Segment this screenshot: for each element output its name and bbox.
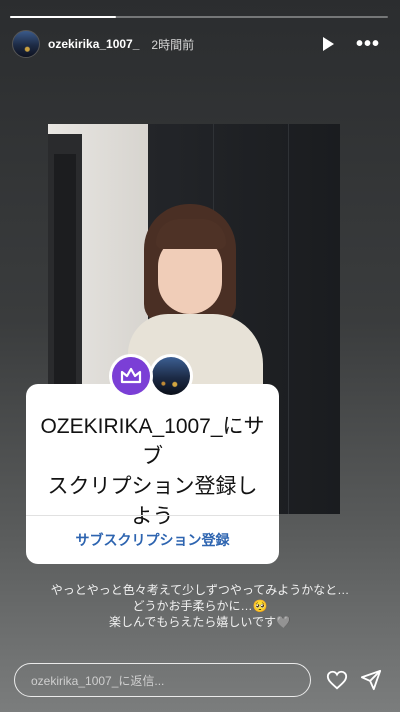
crown-badge xyxy=(109,354,153,398)
send-icon[interactable] xyxy=(360,669,382,691)
creator-avatar-badge xyxy=(149,354,193,398)
crown-icon xyxy=(120,367,142,384)
reply-placeholder: ozekirika_1007_に返信... xyxy=(31,673,165,688)
post-time: 2時間前 xyxy=(151,37,195,52)
photo-panel-line xyxy=(288,124,289,514)
subscribe-button[interactable]: サブスクリプション登録 xyxy=(26,516,279,564)
photo-bangs xyxy=(156,219,226,249)
story-progress-bar xyxy=(10,16,388,18)
caption-line: 楽しんでもらえたら嬉しいです🩶 xyxy=(109,615,291,629)
subscription-title: OZEKIRIKA_1007_にサブ スクリプション登録し よう xyxy=(36,412,269,532)
subscription-title-line: OZEKIRIKA_1007_にサブ xyxy=(40,415,265,468)
username[interactable]: ozekirika_1007_ xyxy=(48,37,139,51)
more-icon[interactable]: ••• xyxy=(356,34,380,54)
subscription-title-line: スクリプション登録し xyxy=(47,475,258,498)
heart-icon[interactable] xyxy=(326,669,348,691)
play-icon[interactable] xyxy=(322,37,334,51)
story-header: ozekirika_1007_ 2時間前 ••• xyxy=(12,30,388,58)
caption-line: どうかお手柔らかに…🥺 xyxy=(132,599,268,613)
story-progress-fill xyxy=(10,16,116,18)
caption-line: やっとやっと色々考えて少しずつやってみようかなと… xyxy=(50,583,350,597)
subscription-sticker[interactable]: OZEKIRIKA_1007_にサブ スクリプション登録し よう サブスクリプシ… xyxy=(26,384,279,564)
reply-input[interactable]: ozekirika_1007_に返信... xyxy=(14,663,311,697)
avatar[interactable] xyxy=(12,30,40,58)
